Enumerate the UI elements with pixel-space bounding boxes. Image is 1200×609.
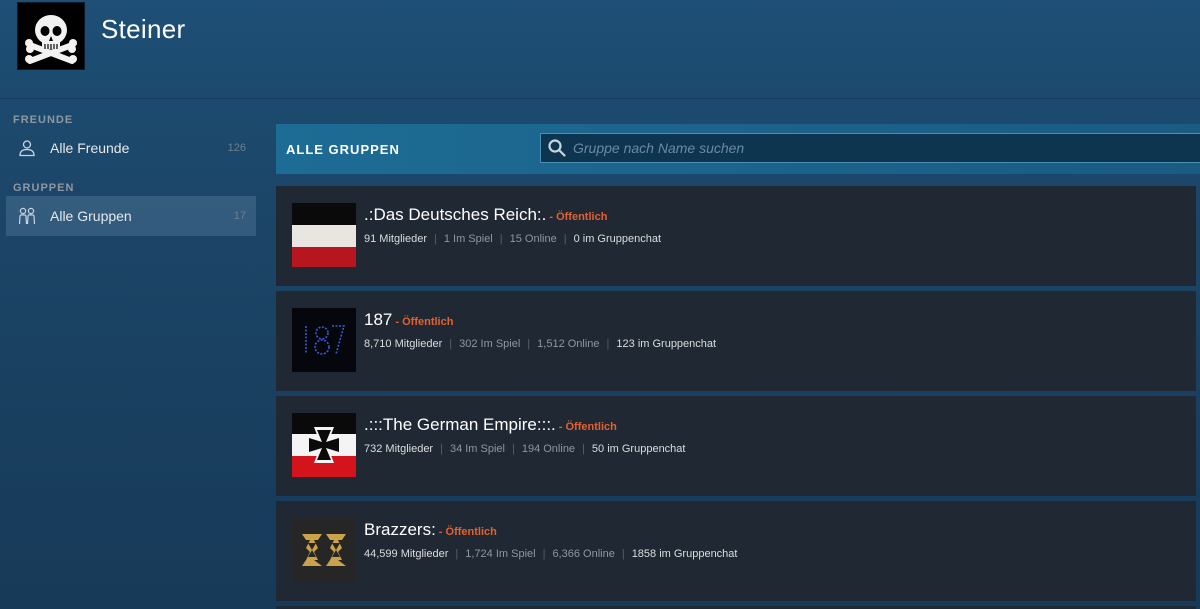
profile-name[interactable]: Steiner: [101, 14, 185, 45]
stat-separator: |: [606, 338, 610, 350]
members-count: 732 Mitglieder: [364, 443, 434, 455]
members-count: 44,599 Mitglieder: [364, 548, 449, 560]
group-card[interactable]: .:Das Deutsches Reich:. - Öffentlich 91 M…: [276, 186, 1196, 286]
skull-avatar-icon[interactable]: [17, 2, 85, 70]
in-game-count: 34 Im Spiel: [449, 443, 505, 455]
online-count: 15 Online: [509, 233, 557, 245]
groups-heading: GRUPPEN: [13, 182, 75, 194]
group-name-row: Brazzers: - Öffentlich: [364, 520, 497, 540]
stat-separator: |: [542, 548, 546, 560]
group-visibility: - Öffentlich: [549, 211, 608, 223]
group-name[interactable]: 187: [364, 310, 392, 329]
groups-toolbar: ALLE GRUPPEN: [276, 124, 1200, 174]
online-count: 1,512 Online: [537, 338, 600, 350]
person-icon: [16, 138, 38, 158]
in-game-count: 302 Im Spiel: [459, 338, 521, 350]
group-card[interactable]: Brazzers: - Öffentlich 44,599 Mitglieder |…: [276, 501, 1196, 601]
stat-separator: |: [440, 443, 443, 455]
group-visibility: - Öffentlich: [395, 316, 454, 328]
group-stats: 732 Mitglieder | 34 Im Spiel | 194 Online | 50…: [364, 443, 685, 455]
group-stats: 91 Mitglieder | 1 Im Spiel | 15 Online | 0 im …: [364, 233, 661, 245]
group-icon: [16, 206, 38, 226]
search-field[interactable]: [540, 133, 1200, 163]
black-white-red-flag-icon[interactable]: [292, 203, 356, 267]
sidebar-item-label: Alle Freunde: [50, 140, 130, 156]
group-name-row: .:::The German Empire:::. - Öffentlich: [364, 415, 617, 435]
chat-count[interactable]: 50 im Gruppenchat: [592, 443, 686, 455]
sidebar-item-all-groups[interactable]: Alle Gruppen 17: [6, 196, 256, 236]
group-visibility: - Öffentlich: [438, 526, 497, 538]
chat-count[interactable]: 0 im Gruppenchat: [574, 233, 661, 245]
online-count: 6,366 Online: [552, 548, 615, 560]
stat-separator: |: [621, 548, 625, 560]
group-name[interactable]: .:Das Deutsches Reich:.: [364, 205, 546, 224]
in-game-count: 1 Im Spiel: [443, 233, 493, 245]
members-count: 8,710 Mitglieder: [364, 338, 443, 350]
search-icon: [543, 134, 571, 162]
page-title: ALLE GRUPPEN: [286, 142, 400, 157]
members-count: 91 Mitglieder: [364, 233, 427, 245]
group-stats: 8,710 Mitglieder | 302 Im Spiel | 1,512 Onli…: [364, 338, 716, 350]
stat-separator: |: [563, 233, 567, 245]
friends-count: 126: [227, 142, 246, 154]
group-stats: 44,599 Mitglieder | 1,724 Im Spiel | 6,366 O…: [364, 548, 737, 560]
group-name-row: 187- Öffentlich: [364, 310, 453, 330]
online-count: 194 Online: [521, 443, 576, 455]
stat-separator: |: [511, 443, 515, 455]
group-card[interactable]: 187- Öffentlich 8,710 Mitglieder | 302 Im …: [276, 291, 1196, 391]
group-name[interactable]: .:::The German Empire:::.: [364, 415, 556, 434]
search-input[interactable]: [571, 139, 1200, 157]
groups-count: 17: [233, 210, 246, 222]
187-logo-icon[interactable]: [292, 308, 356, 372]
stat-separator: |: [455, 548, 459, 560]
friends-heading: FREUNDE: [13, 114, 74, 126]
chat-count[interactable]: 123 im Gruppenchat: [616, 338, 716, 350]
sidebar-item-all-friends[interactable]: Alle Freunde 126: [6, 128, 256, 168]
group-name-row: .:Das Deutsches Reich:. - Öffentlich: [364, 205, 607, 225]
stat-separator: |: [449, 338, 453, 350]
stat-separator: |: [433, 233, 437, 245]
in-game-count: 1,724 Im Spiel: [465, 548, 536, 560]
chat-count[interactable]: 1858 im Gruppenchat: [632, 548, 738, 560]
stat-separator: |: [499, 233, 503, 245]
sidebar-item-label: Alle Gruppen: [50, 208, 132, 224]
group-card[interactable]: .:::The German Empire:::. - Öffentlich 73…: [276, 396, 1196, 496]
group-visibility: - Öffentlich: [558, 421, 617, 433]
stat-separator: |: [527, 338, 531, 350]
stat-separator: |: [582, 443, 585, 455]
zz-logo-icon[interactable]: [292, 518, 356, 582]
profile-header: Steiner: [0, 0, 1200, 99]
group-name[interactable]: Brazzers:: [364, 520, 436, 539]
iron-cross-flag-icon[interactable]: [292, 413, 356, 477]
